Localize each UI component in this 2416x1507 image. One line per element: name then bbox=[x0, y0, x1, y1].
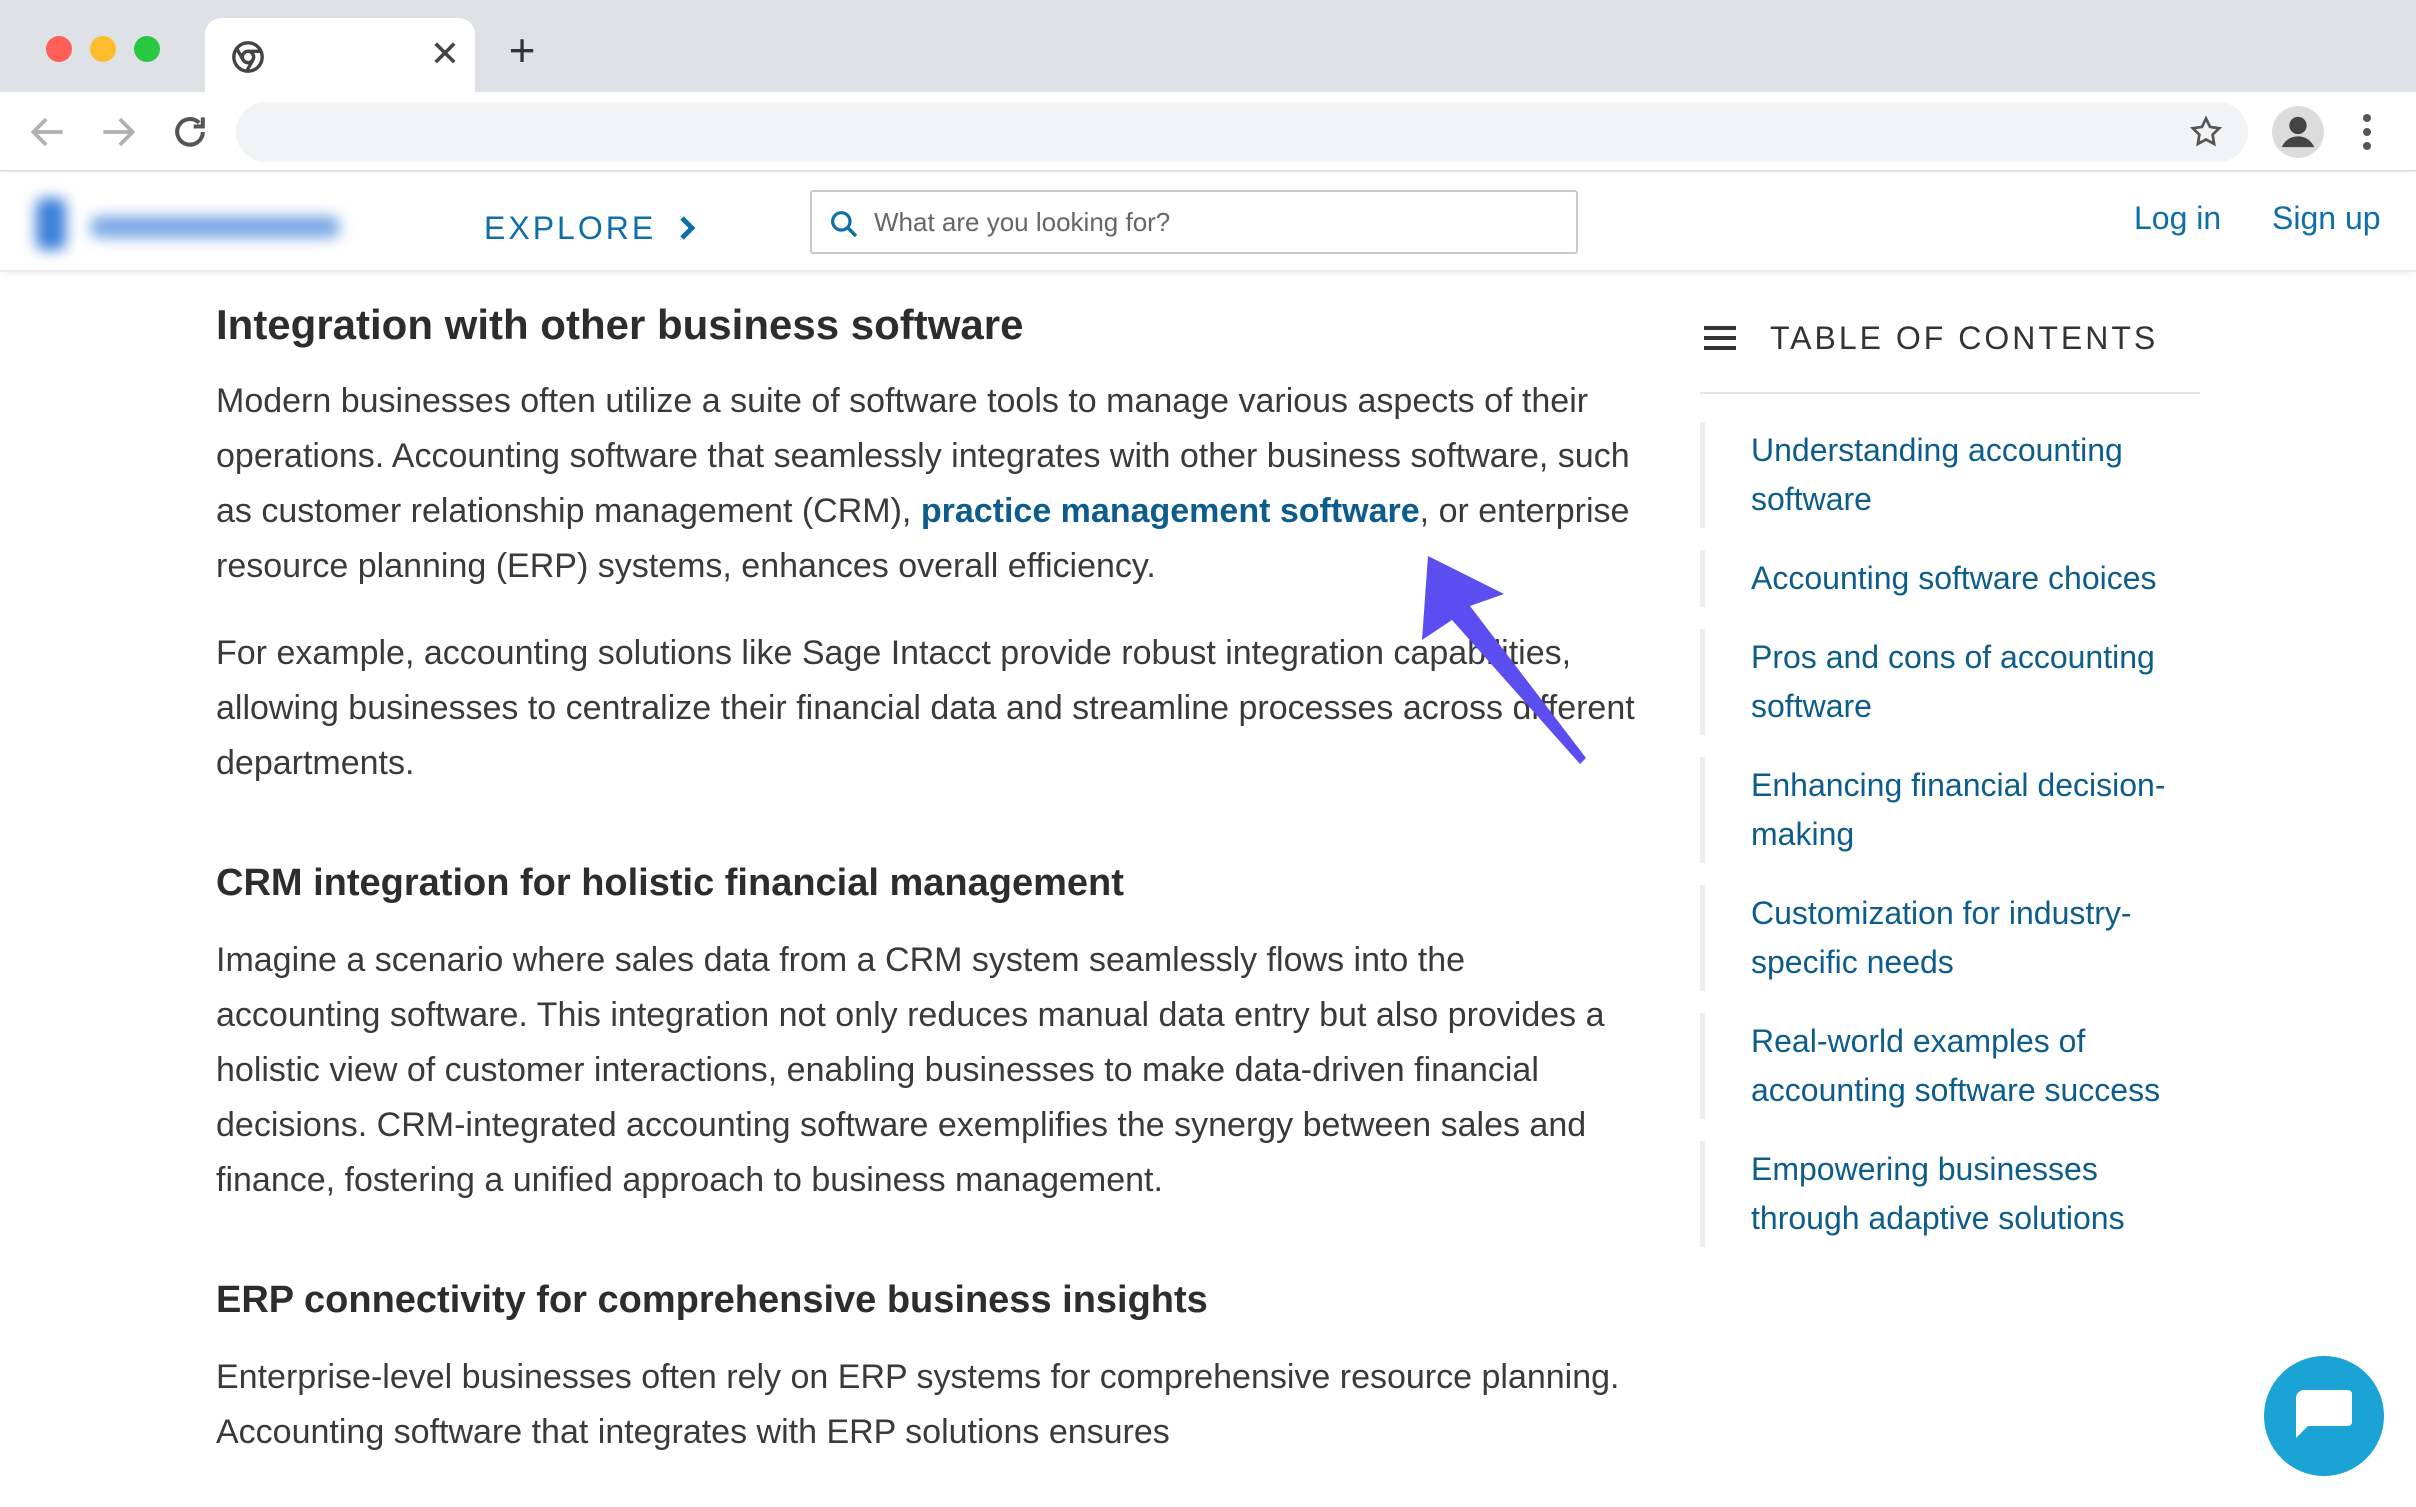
search-icon bbox=[831, 211, 858, 238]
browser-window: ✕ + EXPLORE What are you looking for? Lo… bbox=[0, 0, 2416, 1507]
search-input[interactable] bbox=[874, 198, 1564, 246]
article-content: Integration with other business software… bbox=[216, 300, 1636, 1460]
toc-item-customization[interactable]: Customization for industry-specific need… bbox=[1700, 885, 2200, 991]
more-vert-icon[interactable] bbox=[2350, 108, 2384, 156]
chat-icon bbox=[2296, 1390, 2352, 1438]
site-logo[interactable] bbox=[30, 186, 380, 262]
toc-item-enhancing-financial-decision-making[interactable]: Enhancing financial decision-making bbox=[1700, 757, 2200, 863]
browser-toolbar bbox=[0, 92, 2416, 172]
browser-tab[interactable]: ✕ bbox=[205, 18, 475, 92]
subsection-heading: ERP connectivity for comprehensive busin… bbox=[216, 1278, 1208, 1321]
profile-icon[interactable] bbox=[2272, 106, 2324, 158]
search-box bbox=[810, 190, 1578, 254]
chrome-icon bbox=[232, 41, 264, 73]
close-window-button[interactable] bbox=[46, 36, 72, 62]
toc-list: Understanding accounting software Accoun… bbox=[1700, 422, 2200, 1247]
toc-item-real-world-examples[interactable]: Real-world examples of accounting softwa… bbox=[1700, 1013, 2200, 1119]
explore-menu[interactable]: EXPLORE bbox=[484, 208, 698, 248]
toc-header: TABLE OF CONTENTS bbox=[1700, 312, 2200, 394]
tab-bar: ✕ + bbox=[0, 0, 2416, 92]
paragraph: Enterprise-level businesses often rely o… bbox=[216, 1357, 1620, 1451]
section-heading: Integration with other business software bbox=[216, 301, 1024, 348]
toc-item-accounting-software-choices[interactable]: Accounting software choices bbox=[1700, 550, 2200, 607]
toc-title: TABLE OF CONTENTS bbox=[1770, 319, 2159, 356]
toc-item-understanding-accounting-software[interactable]: Understanding accounting software bbox=[1700, 422, 2200, 528]
address-bar[interactable] bbox=[236, 102, 2248, 162]
tab-close-icon[interactable]: ✕ bbox=[425, 34, 465, 74]
explore-label: EXPLORE bbox=[484, 209, 657, 246]
paragraph: Imagine a scenario where sales data from… bbox=[216, 940, 1605, 1199]
hamburger-icon[interactable] bbox=[1704, 324, 1736, 352]
subsection-heading: CRM integration for holistic financial m… bbox=[216, 862, 1124, 905]
signup-link[interactable]: Sign up bbox=[2272, 200, 2381, 237]
annotation-arrow-icon bbox=[1422, 556, 1586, 764]
chevron-right-icon bbox=[680, 216, 696, 240]
star-icon[interactable] bbox=[2188, 114, 2224, 150]
practice-management-link[interactable]: practice management software bbox=[921, 492, 1420, 530]
site-header: EXPLORE Log in Sign up bbox=[0, 174, 2416, 272]
new-tab-button[interactable]: + bbox=[502, 27, 542, 73]
minimize-window-button[interactable] bbox=[90, 36, 116, 62]
forward-icon[interactable] bbox=[96, 110, 140, 154]
toc-item-empowering-businesses[interactable]: Empowering businesses through adaptive s… bbox=[1700, 1141, 2200, 1247]
back-icon[interactable] bbox=[26, 110, 70, 154]
login-link[interactable]: Log in bbox=[2134, 200, 2221, 237]
chat-button[interactable] bbox=[2264, 1356, 2384, 1476]
toc-item-pros-and-cons[interactable]: Pros and cons of accounting software bbox=[1700, 629, 2200, 735]
reload-icon[interactable] bbox=[168, 110, 212, 154]
maximize-window-button[interactable] bbox=[134, 36, 160, 62]
table-of-contents: TABLE OF CONTENTS Understanding accounti… bbox=[1700, 312, 2200, 1269]
